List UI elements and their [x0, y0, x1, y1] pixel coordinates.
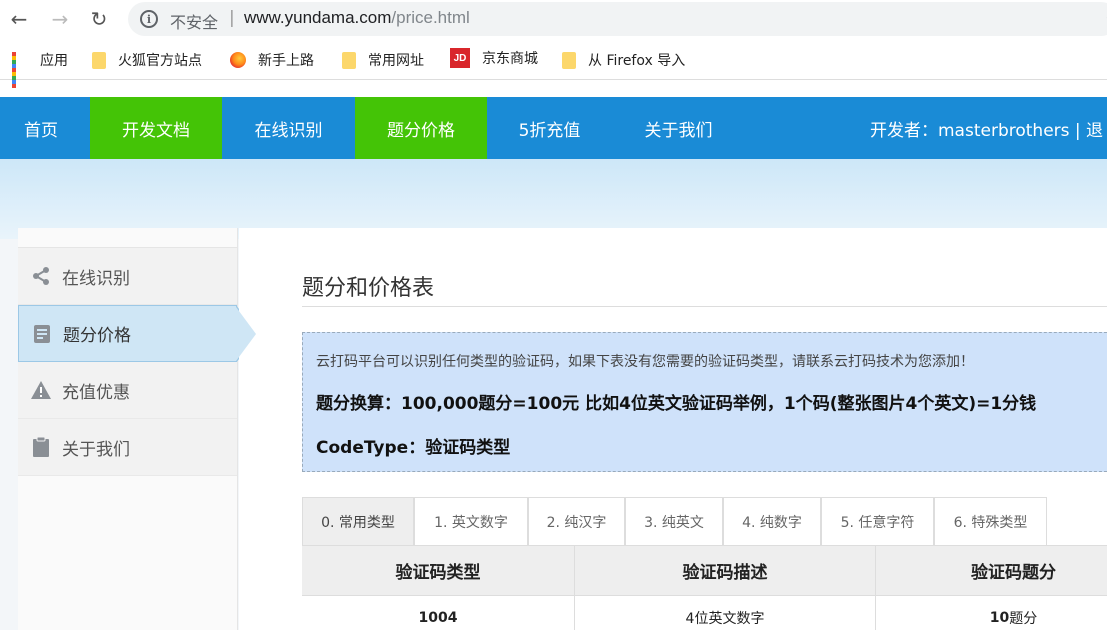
folder-icon [562, 51, 576, 69]
banner [0, 159, 1107, 239]
sidebar-item-pricing[interactable]: 题分价格 [18, 305, 258, 363]
bookmarks-bar: 应用 火狐官方站点 新手上路 常用网址 JD 京东商城 从 Firefox 导入 [0, 40, 1107, 88]
nav-online-recognition[interactable]: 在线识别 [222, 97, 355, 159]
url-host: www.yundama.com [244, 8, 392, 27]
site-nav: 首页 开发文档 在线识别 题分价格 5折充值 关于我们 开发者：masterbr… [0, 97, 1107, 159]
tab-common-types[interactable]: 0. 常用类型 [302, 497, 414, 545]
reload-icon[interactable]: ↻ [84, 4, 114, 34]
back-arrow-icon[interactable]: ← [4, 4, 34, 34]
tab-special[interactable]: 6. 特殊类型 [934, 497, 1047, 545]
insecure-label: 不安全 [170, 13, 219, 32]
url-text[interactable]: www.yundama.com/price.html [244, 8, 470, 28]
clipboard-icon [30, 436, 52, 458]
folder-icon [92, 51, 106, 69]
bookmark-getting-started[interactable]: 新手上路 [230, 50, 314, 70]
bookmark-apps[interactable]: 应用 [12, 50, 68, 88]
header-score: 验证码题分 [971, 563, 1056, 583]
table-row: 1004 4位英文数字 10 题分 [302, 596, 1107, 630]
sidebar-header [18, 228, 237, 248]
tab-any-chars[interactable]: 5. 任意字符 [821, 497, 934, 545]
score-number: 10 [989, 610, 1010, 626]
bookmark-firefox-site[interactable]: 火狐官方站点 [92, 50, 202, 70]
table-header: 验证码类型 验证码描述 验证码题分 [302, 545, 1107, 596]
cell-description: 4位英文数字 [575, 596, 876, 630]
info-codetype: CodeType：验证码类型 [316, 438, 511, 458]
sidebar-item-label: 充值优惠 [62, 382, 130, 403]
cell-score: 10 题分 [876, 596, 1107, 630]
firefox-icon [230, 52, 246, 68]
folder-icon [342, 51, 356, 69]
info-box: 云打码平台可以识别任何类型的验证码，如果下表没有您需要的验证码类型，请联系云打码… [302, 332, 1107, 472]
bookmark-label: 火狐官方站点 [118, 53, 202, 69]
bookmark-label: 京东商城 [482, 51, 538, 67]
forward-arrow-icon[interactable]: → [45, 4, 75, 34]
sidebar-item-label: 在线识别 [62, 268, 130, 289]
sidebar-item-label: 关于我们 [62, 439, 130, 460]
sidebar-item-label: 题分价格 [63, 326, 131, 346]
info-icon[interactable]: i [140, 10, 158, 28]
tab-chinese[interactable]: 2. 纯汉字 [528, 497, 625, 545]
tab-numeric[interactable]: 4. 纯数字 [723, 497, 821, 545]
price-table: 验证码类型 验证码描述 验证码题分 1004 4位英文数字 10 题分 [302, 545, 1107, 630]
score-unit: 题分 [1009, 611, 1038, 627]
nav-recharge[interactable]: 5折充值 [487, 97, 612, 159]
url-path: /price.html [391, 8, 470, 27]
header-code-type: 验证码类型 [302, 546, 575, 595]
bookmark-common-sites[interactable]: 常用网址 [342, 50, 424, 70]
nav-pricing[interactable]: 题分价格 [355, 97, 487, 159]
nav-about[interactable]: 关于我们 [612, 97, 745, 159]
header-description: 验证码描述 [575, 546, 876, 595]
sidebar-item-recharge-offers[interactable]: 充值优惠 [18, 362, 237, 419]
warning-icon [30, 379, 52, 401]
main-content: 题分和价格表 云打码平台可以识别任何类型的验证码，如果下表没有您需要的验证码类型… [239, 228, 1107, 630]
developer-info[interactable]: 开发者：masterbrothers | 退 [870, 97, 1103, 159]
tab-english[interactable]: 3. 纯英文 [625, 497, 723, 545]
browser-toolbar: ← → ↻ i 不安全 | www.yundama.com/price.html… [0, 0, 1107, 38]
jd-icon: JD [450, 48, 470, 68]
bookmark-import-firefox[interactable]: 从 Firefox 导入 [562, 50, 685, 70]
bookmark-jd[interactable]: JD 京东商城 [450, 48, 538, 68]
bookmark-label: 新手上路 [258, 53, 314, 69]
tab-alphanumeric[interactable]: 1. 英文数字 [414, 497, 528, 545]
address-separator: | [229, 8, 235, 28]
share-icon [30, 265, 52, 287]
sidebar-item-about[interactable]: 关于我们 [18, 419, 237, 476]
page-title: 题分和价格表 [302, 276, 435, 301]
apps-grid-icon [12, 52, 28, 88]
document-icon [31, 323, 53, 345]
bookmark-label: 常用网址 [368, 53, 424, 69]
nav-dev-docs[interactable]: 开发文档 [90, 97, 222, 159]
title-divider [302, 306, 1107, 307]
cell-code-type: 1004 [302, 596, 575, 630]
bookmark-label: 从 Firefox 导入 [588, 53, 686, 69]
sidebar-item-online-recognition[interactable]: 在线识别 [18, 248, 237, 305]
nav-home[interactable]: 首页 [0, 97, 82, 159]
info-description: 云打码平台可以识别任何类型的验证码，如果下表没有您需要的验证码类型，请联系云打码… [316, 354, 974, 370]
info-conversion: 题分换算：100,000题分=100元 比如4位英文验证码举例，1个码(整张图片… [316, 394, 1037, 414]
bookmark-label: 应用 [40, 53, 68, 69]
sidebar: 在线识别 题分价格 充值优惠 关于我们 [18, 228, 258, 630]
address-bar[interactable]: i 不安全 | www.yundama.com/price.html ★ [128, 2, 1107, 36]
